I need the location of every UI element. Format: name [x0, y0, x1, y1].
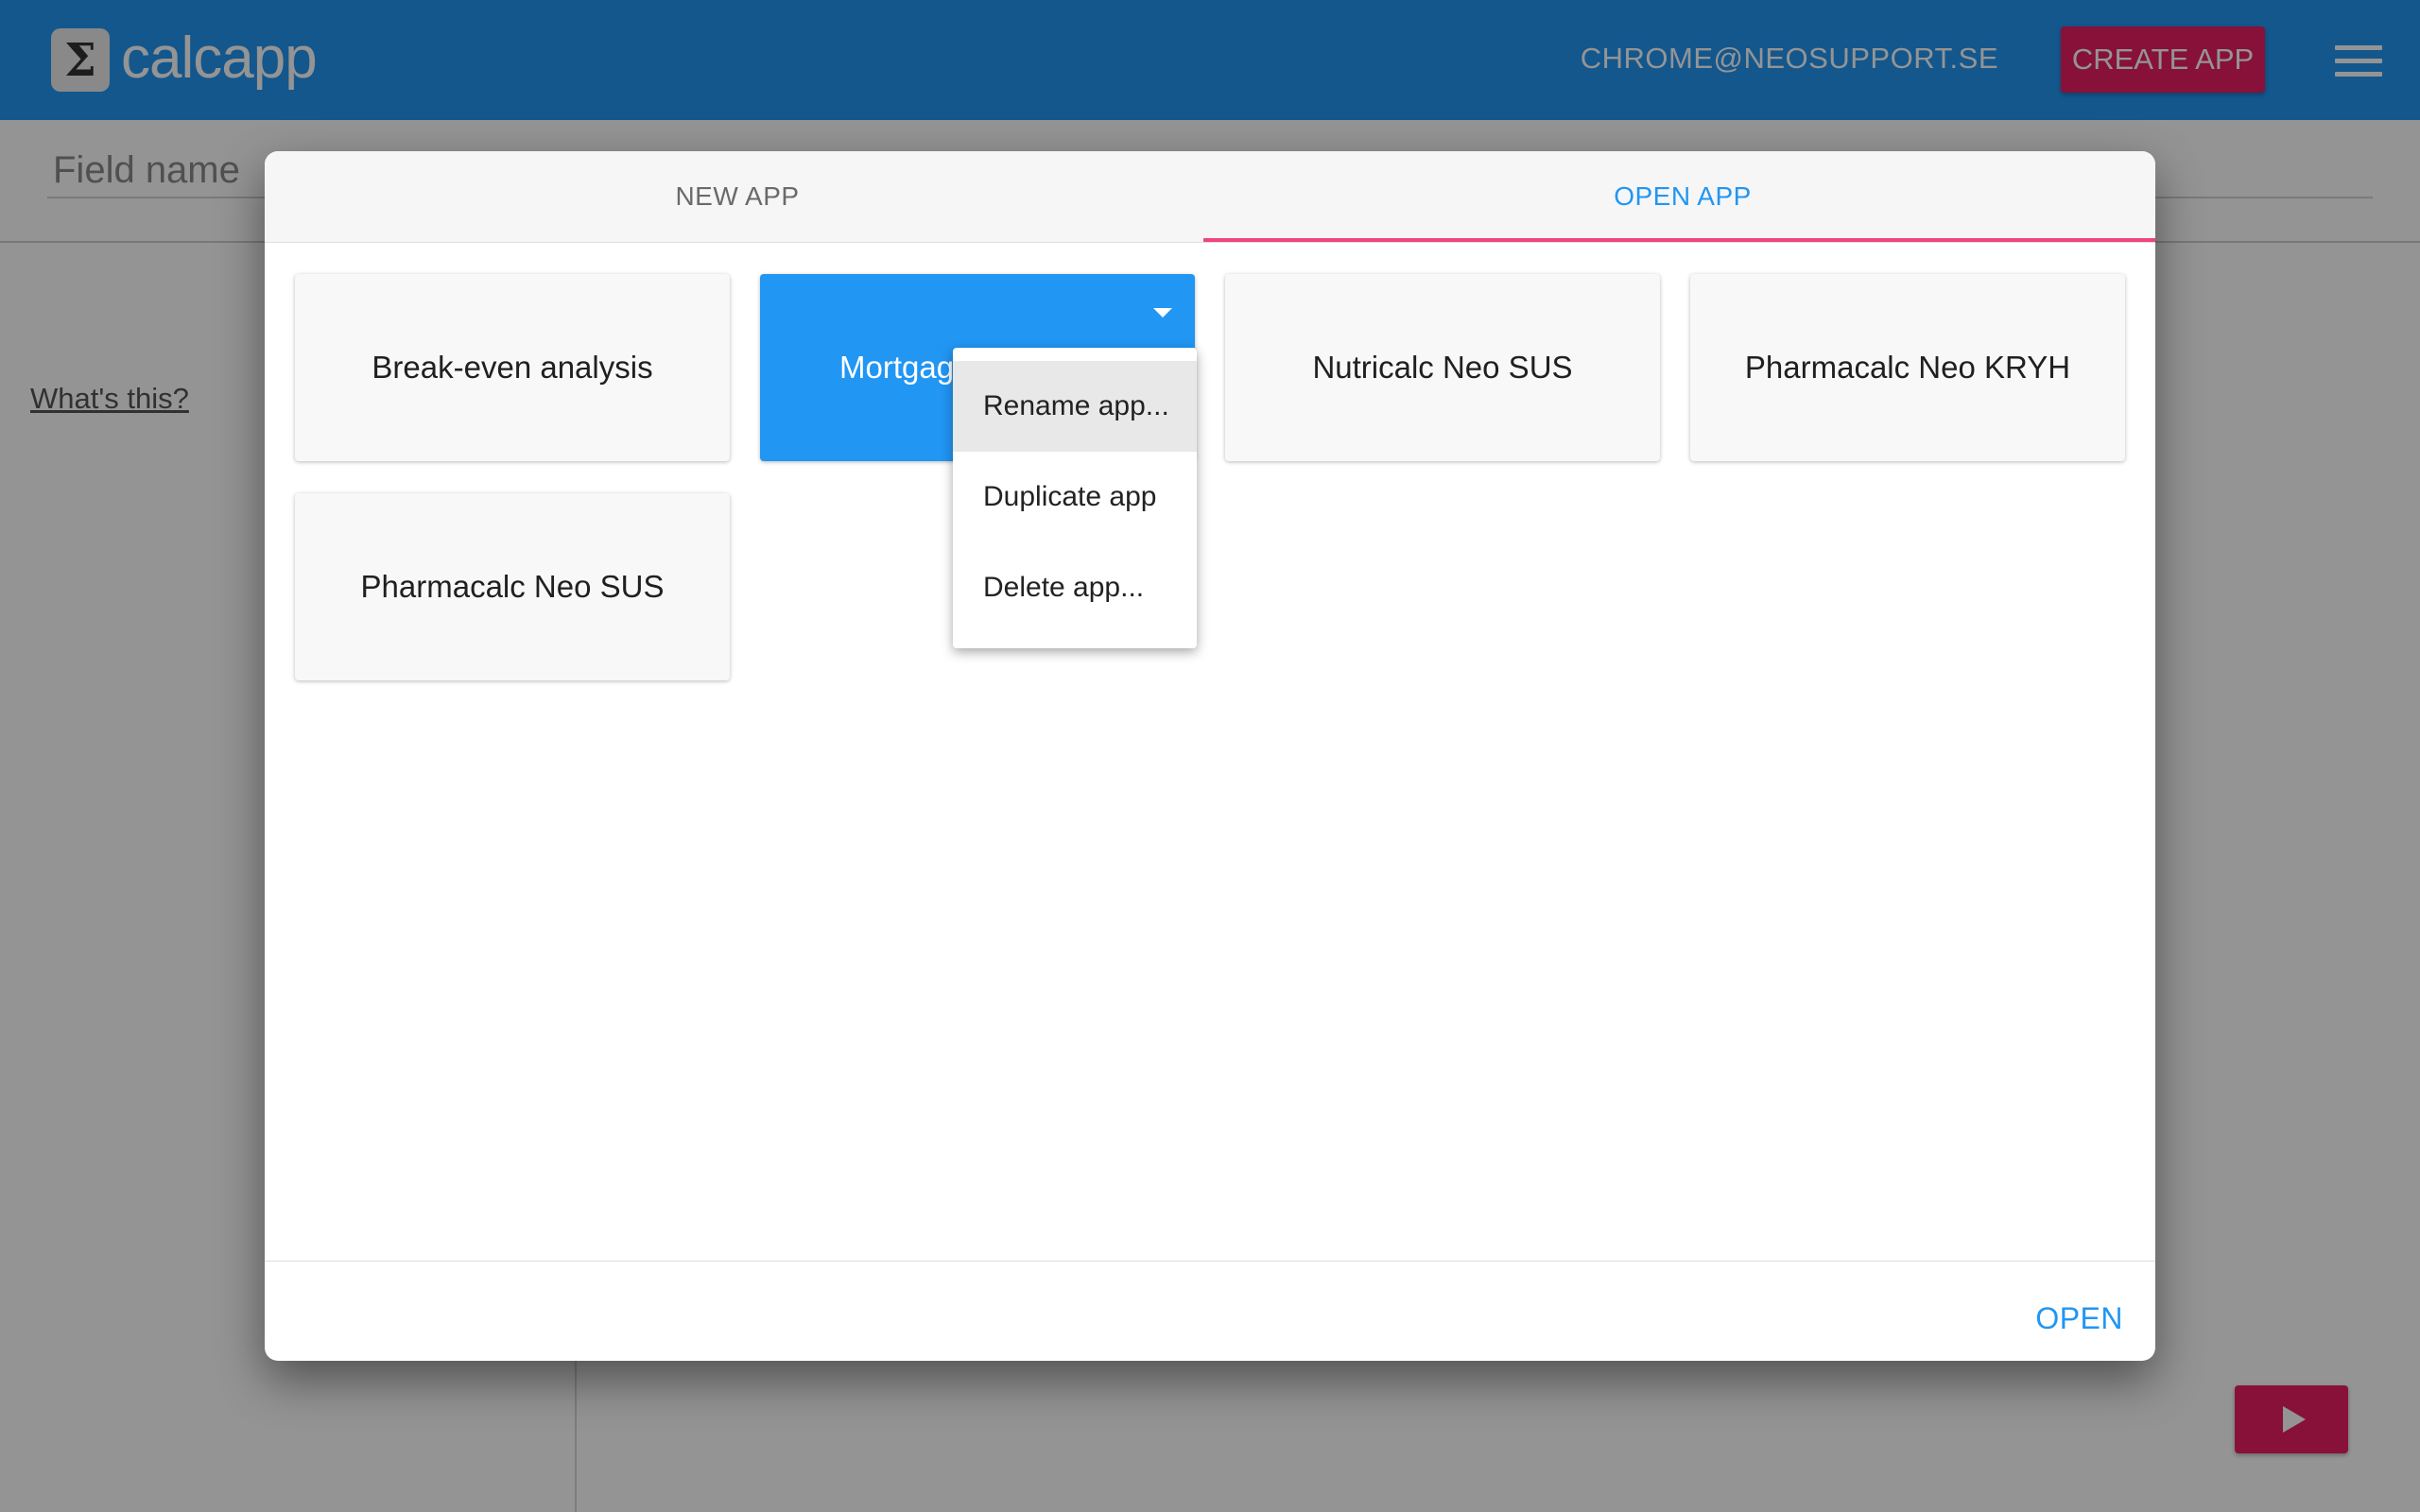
- caret-down-icon[interactable]: [1153, 308, 1172, 318]
- dialog-footer-divider: [265, 1261, 2155, 1262]
- menu-item-duplicate[interactable]: Duplicate app: [953, 452, 1197, 542]
- active-tab-indicator: [1203, 238, 2155, 242]
- open-app-dialog: NEW APP OPEN APP Break-even analysis Mor…: [265, 151, 2155, 1361]
- app-card-label: Break-even analysis: [372, 350, 653, 385]
- app-card-label: Pharmacalc Neo SUS: [360, 569, 665, 604]
- menu-item-delete[interactable]: Delete app...: [953, 542, 1197, 633]
- app-card-label: Nutricalc Neo SUS: [1312, 350, 1573, 385]
- open-button[interactable]: OPEN: [2035, 1285, 2123, 1351]
- dialog-tabs: NEW APP OPEN APP: [265, 151, 2155, 243]
- app-card-label: Mortgag: [839, 350, 955, 385]
- app-card-pharmacalc-kryh[interactable]: Pharmacalc Neo KRYH: [1690, 274, 2125, 461]
- app-card-break-even[interactable]: Break-even analysis: [295, 274, 730, 461]
- app-card-label: Pharmacalc Neo KRYH: [1744, 350, 2071, 385]
- app-context-menu: Rename app... Duplicate app Delete app..…: [953, 348, 1197, 648]
- tab-open-app[interactable]: OPEN APP: [1210, 151, 2155, 242]
- tab-new-app[interactable]: NEW APP: [265, 151, 1210, 242]
- app-card-pharmacalc-sus[interactable]: Pharmacalc Neo SUS: [295, 493, 730, 680]
- menu-item-rename[interactable]: Rename app...: [953, 361, 1197, 452]
- app-card-nutricalc-sus[interactable]: Nutricalc Neo SUS: [1225, 274, 1660, 461]
